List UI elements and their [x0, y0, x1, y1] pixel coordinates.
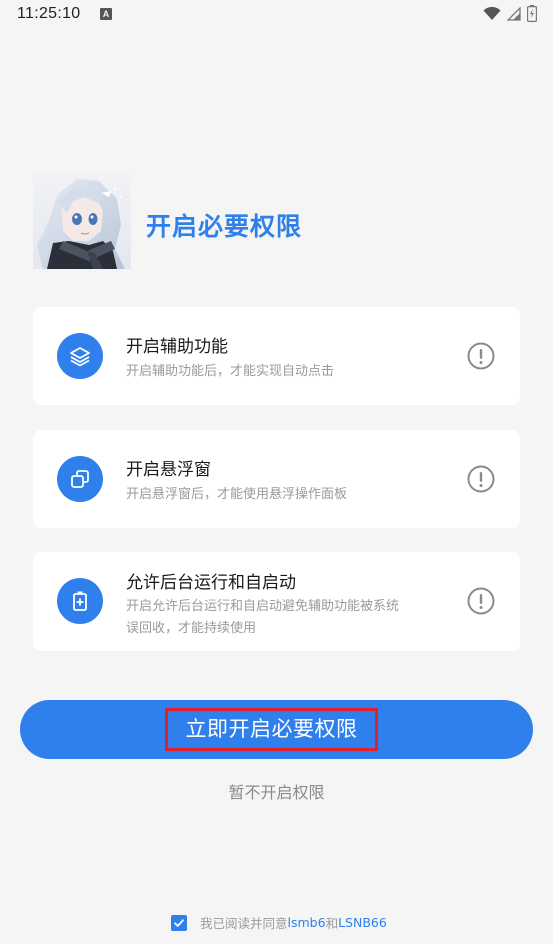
permission-card-background-autostart[interactable]: 允许后台运行和自启动 开启允许后台运行和自启动避免辅助功能被系统 误回收，才能持… [33, 552, 520, 651]
agreement-row: 我已阅读并同意 lsmb6 和 LSNB66 [171, 913, 387, 932]
permission-card-accessibility[interactable]: 开启辅助功能 开启辅助功能后，才能实现自动点击 [33, 307, 520, 405]
wifi-icon [483, 6, 501, 20]
agreement-checkbox[interactable] [171, 914, 187, 931]
agreement-link-lsnb66[interactable]: LSNB66 [338, 915, 387, 930]
permission-description: 开启辅助功能后，才能实现自动点击 [126, 364, 335, 379]
notification-a-icon: A [100, 8, 112, 20]
permission-description-line1: 开启允许后台运行和自启动避免辅助功能被系统 [126, 599, 400, 614]
permission-description-line2: 误回收，才能持续使用 [126, 621, 257, 636]
permission-card-floating-window[interactable]: 开启悬浮窗 开启悬浮窗后，才能使用悬浮操作面板 [33, 430, 520, 528]
status-icons [483, 5, 537, 22]
enable-permissions-button-label[interactable]: 立即开启必要权限 [165, 708, 378, 751]
info-icon[interactable] [467, 465, 495, 493]
app-avatar [33, 171, 131, 269]
permission-title: 开启悬浮窗 [126, 460, 211, 480]
permission-title: 开启辅助功能 [126, 337, 228, 357]
layers-icon [57, 333, 103, 379]
permission-description: 开启悬浮窗后，才能使用悬浮操作面板 [126, 487, 348, 502]
float-window-icon [57, 456, 103, 502]
status-bar: 11:25:10 A [0, 0, 553, 30]
signal-icon [507, 6, 521, 21]
agreement-joiner: 和 [325, 916, 339, 931]
permission-title: 允许后台运行和自启动 [126, 573, 296, 593]
checkmark-icon [174, 918, 184, 927]
battery-charging-icon [527, 5, 537, 22]
page-title: 开启必要权限 [146, 212, 303, 241]
skip-permissions-link[interactable]: 暂不开启权限 [0, 779, 553, 803]
info-icon[interactable] [467, 342, 495, 370]
agreement-link-lsmb6[interactable]: lsmb6 [288, 915, 326, 930]
info-icon[interactable] [467, 587, 495, 615]
status-time: 11:25:10 [17, 5, 81, 22]
agreement-text: 我已阅读并同意 [200, 916, 288, 931]
battery-plus-icon [57, 578, 103, 624]
